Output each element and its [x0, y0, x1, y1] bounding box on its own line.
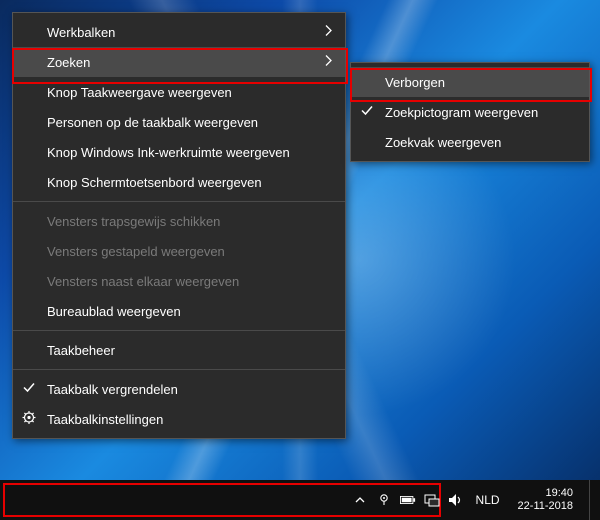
menu-item-label: Knop Schermtoetsenbord weergeven	[47, 175, 262, 190]
gear-icon	[22, 411, 36, 428]
menu-item-label: Taakbalk vergrendelen	[47, 382, 178, 397]
menu-item-label: Knop Taakweergave weergeven	[47, 85, 232, 100]
menu-item-label: Bureaublad weergeven	[47, 304, 181, 319]
menu-item-sidebyside: Vensters naast elkaar weergeven	[13, 266, 345, 296]
menu-item-touchkeyboard[interactable]: Knop Schermtoetsenbord weergeven	[13, 167, 345, 197]
battery-icon[interactable]	[400, 492, 416, 508]
desktop: Werkbalken Zoeken Knop Taakweergave weer…	[0, 0, 600, 520]
menu-item-label: Vensters trapsgewijs schikken	[47, 214, 220, 229]
menu-item-label: Zoekpictogram weergeven	[385, 105, 538, 120]
menu-item-label: Taakbeheer	[47, 343, 115, 358]
submenu-item-search-icon[interactable]: Zoekpictogram weergeven	[351, 97, 589, 127]
menu-separator	[13, 369, 345, 370]
clock[interactable]: 19:40 22-11-2018	[512, 487, 579, 513]
submenu-item-search-box[interactable]: Zoekvak weergeven	[351, 127, 589, 157]
menu-item-stacked: Vensters gestapeld weergeven	[13, 236, 345, 266]
language-indicator[interactable]: NLD	[472, 493, 504, 507]
network-icon[interactable]	[424, 492, 440, 508]
menu-item-label: Zoekvak weergeven	[385, 135, 501, 150]
taskbar[interactable]: NLD 19:40 22-11-2018	[0, 480, 600, 520]
menu-item-label: Personen op de taakbalk weergeven	[47, 115, 258, 130]
menu-item-taskview[interactable]: Knop Taakweergave weergeven	[13, 77, 345, 107]
menu-item-label: Taakbalkinstellingen	[47, 412, 163, 427]
volume-icon[interactable]	[448, 492, 464, 508]
menu-item-label: Knop Windows Ink-werkruimte weergeven	[47, 145, 290, 160]
menu-item-search[interactable]: Zoeken	[13, 47, 345, 77]
menu-separator	[13, 330, 345, 331]
clock-time: 19:40	[545, 487, 573, 500]
menu-item-showdesktop[interactable]: Bureaublad weergeven	[13, 296, 345, 326]
menu-item-ink[interactable]: Knop Windows Ink-werkruimte weergeven	[13, 137, 345, 167]
menu-item-label: Vensters naast elkaar weergeven	[47, 274, 239, 289]
menu-separator	[13, 201, 345, 202]
check-icon	[22, 381, 36, 398]
chevron-right-icon	[325, 55, 333, 70]
check-icon	[360, 104, 374, 121]
system-tray: NLD 19:40 22-11-2018	[344, 480, 600, 520]
menu-item-people[interactable]: Personen op de taakbalk weergeven	[13, 107, 345, 137]
location-icon[interactable]	[376, 492, 392, 508]
menu-item-label: Zoeken	[47, 55, 90, 70]
menu-item-lock-taskbar[interactable]: Taakbalk vergrendelen	[13, 374, 345, 404]
show-desktop-strip[interactable]	[589, 480, 596, 520]
tray-chevron-up-icon[interactable]	[352, 492, 368, 508]
menu-item-taskmanager[interactable]: Taakbeheer	[13, 335, 345, 365]
chevron-right-icon	[325, 25, 333, 40]
search-submenu: Verborgen Zoekpictogram weergeven Zoekva…	[350, 62, 590, 162]
menu-item-taskbar-settings[interactable]: Taakbalkinstellingen	[13, 404, 345, 434]
clock-date: 22-11-2018	[518, 500, 573, 513]
submenu-item-hidden[interactable]: Verborgen	[351, 67, 589, 97]
menu-item-label: Verborgen	[385, 75, 445, 90]
menu-item-label: Werkbalken	[47, 25, 115, 40]
taskbar-context-menu: Werkbalken Zoeken Knop Taakweergave weer…	[12, 12, 346, 439]
menu-item-label: Vensters gestapeld weergeven	[47, 244, 225, 259]
menu-item-cascade: Vensters trapsgewijs schikken	[13, 206, 345, 236]
menu-item-toolbars[interactable]: Werkbalken	[13, 17, 345, 47]
